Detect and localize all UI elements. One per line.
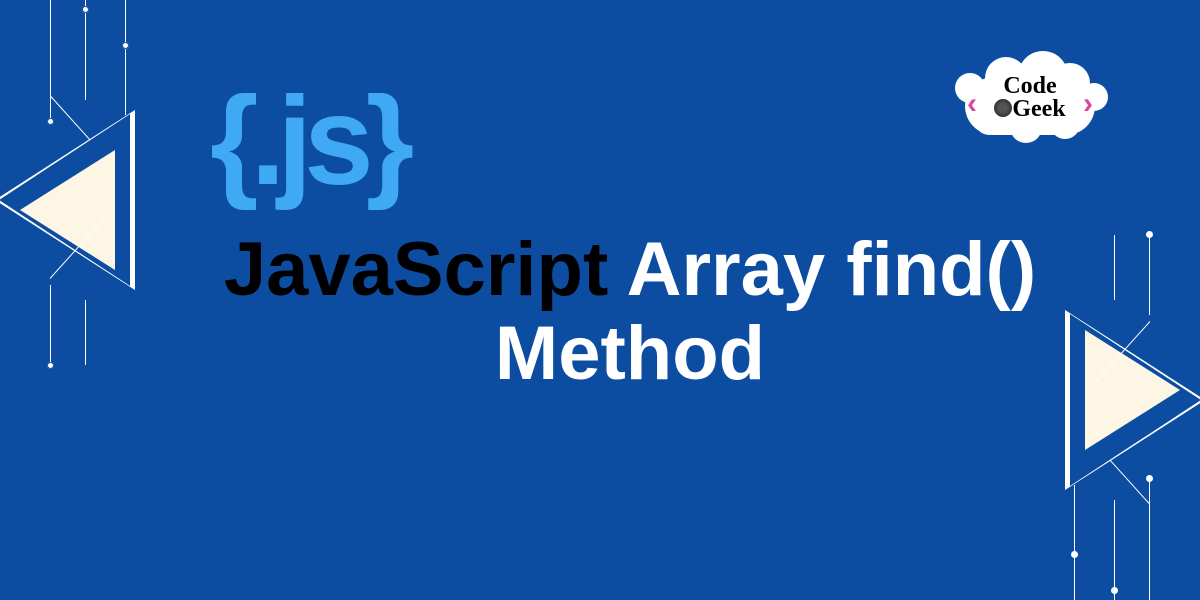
- deco-dot: [1146, 231, 1153, 238]
- deco-line: [1114, 235, 1115, 300]
- angle-bracket-right-icon: ›: [1083, 87, 1093, 121]
- deco-line: [125, 0, 126, 115]
- deco-line: [85, 0, 86, 100]
- deco-dot: [1071, 551, 1078, 558]
- codeforgeek-cloud-logo: ‹ Code Geek ›: [940, 45, 1120, 165]
- main-heading: JavaScript Array find() Method: [180, 230, 1080, 397]
- deco-line: [50, 0, 51, 120]
- logo-word-geek: Geek: [975, 98, 1085, 121]
- deco-dot: [82, 6, 89, 13]
- deco-line: [85, 300, 86, 365]
- deco-dot: [1111, 587, 1118, 594]
- deco-line: [1074, 485, 1075, 600]
- angle-bracket-left-icon: ‹: [967, 87, 977, 121]
- deco-dot: [122, 42, 129, 49]
- heading-line-1: JavaScript Array find(): [180, 230, 1080, 310]
- triangle-fill-icon: [1085, 330, 1180, 450]
- javascript-logo-icon: {.js}: [210, 70, 406, 213]
- decorative-geometry-top-left: [0, 0, 200, 380]
- deco-dot: [47, 362, 54, 369]
- deco-dot: [1146, 475, 1153, 482]
- deco-line: [50, 285, 51, 365]
- deco-line: [1149, 235, 1150, 315]
- deco-dot: [47, 118, 54, 125]
- heading-line-2: Method: [180, 310, 1080, 397]
- geek-face-icon: [994, 99, 1012, 117]
- cloud-logo-text: ‹ Code Geek ›: [975, 75, 1085, 121]
- heading-array-find-word: Array find(): [608, 227, 1036, 312]
- deco-line: [1149, 480, 1150, 600]
- deco-line: [1114, 500, 1115, 600]
- heading-javascript-word: JavaScript: [224, 227, 608, 312]
- triangle-fill-icon: [20, 150, 115, 270]
- logo-word-code: Code: [975, 75, 1085, 98]
